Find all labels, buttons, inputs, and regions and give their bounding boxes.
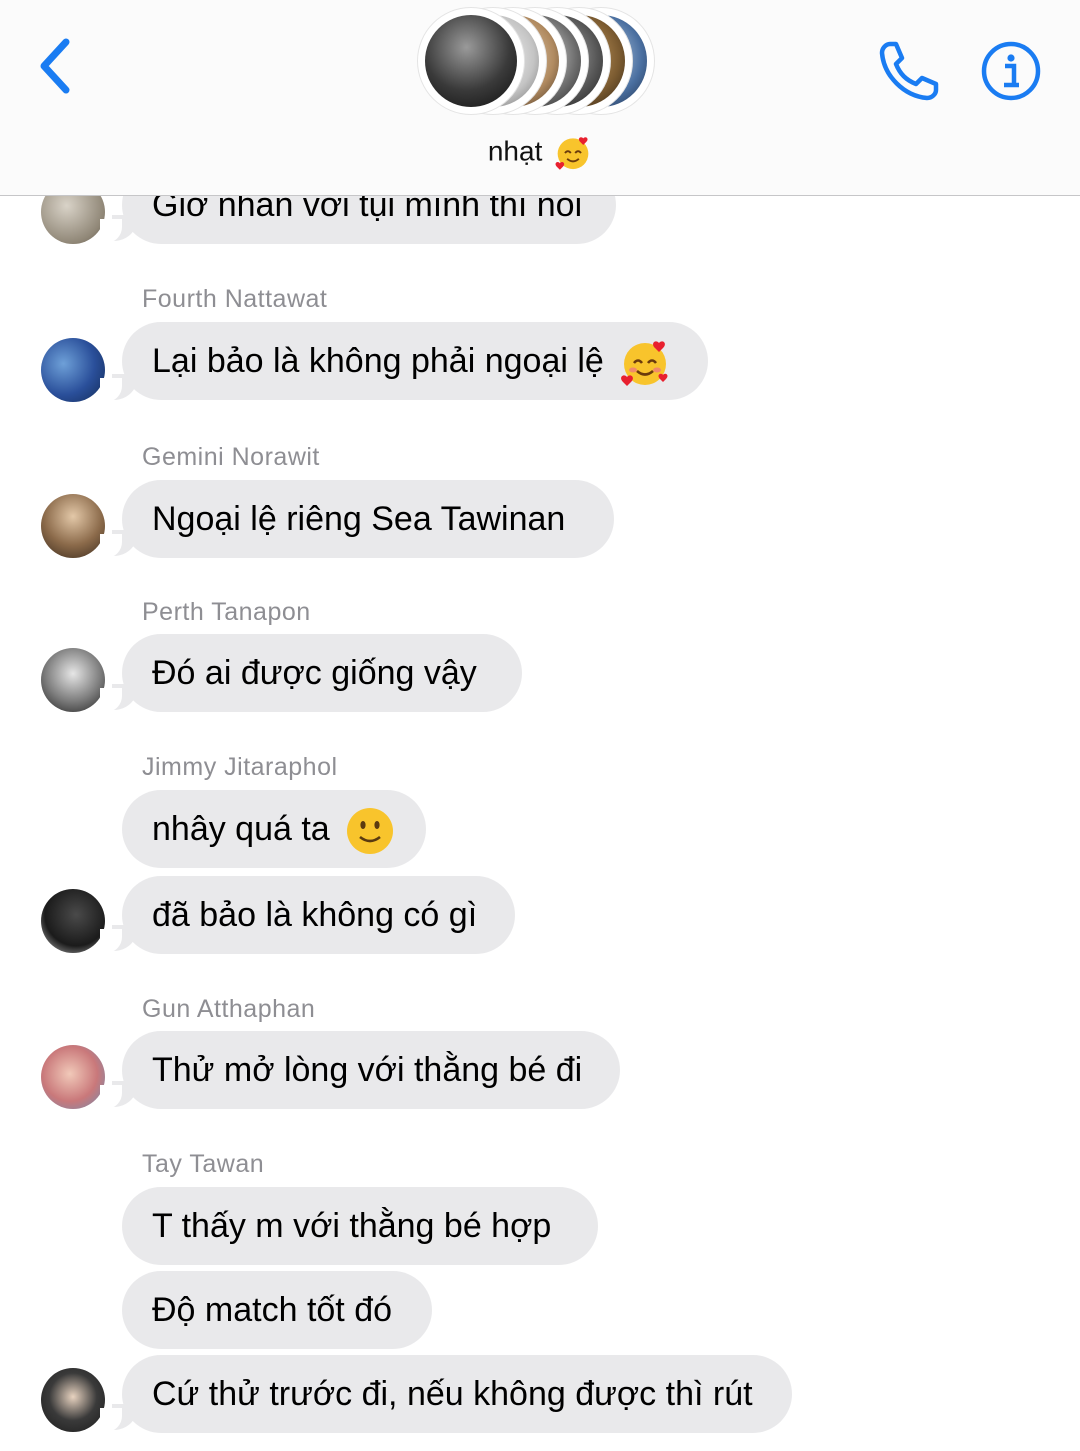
sender-name: Tay Tawan bbox=[142, 1150, 265, 1178]
message-bubble[interactable]: Cứ thử trước đi, nếu không được thì rút bbox=[122, 1355, 792, 1433]
avatar[interactable] bbox=[41, 648, 105, 712]
slightly-smiling-face-emoji bbox=[347, 808, 394, 855]
message-list[interactable]: Giờ nhắn với tụi mình thì nói Fourth Nat… bbox=[0, 0, 1080, 1451]
message-text: Thử mở lòng với thằng bé đi bbox=[152, 1051, 583, 1089]
message-text: T thấy m với thằng bé hợp bbox=[152, 1207, 552, 1245]
avatar[interactable] bbox=[41, 889, 105, 953]
sender-name: Gun Atthaphan bbox=[142, 995, 316, 1023]
message-text: đã bảo là không có gì bbox=[152, 896, 478, 934]
message-bubble[interactable]: đã bảo là không có gì bbox=[122, 876, 515, 954]
group-avatar-stack[interactable] bbox=[418, 8, 668, 118]
message-bubble[interactable]: Lại bảo là không phải ngoại lệ bbox=[122, 322, 708, 400]
sender-name: Perth Tanapon bbox=[142, 598, 311, 626]
chevron-left-icon[interactable] bbox=[30, 34, 86, 98]
message-text: Cứ thử trước đi, nếu không được thì rút bbox=[152, 1375, 753, 1413]
avatar bbox=[425, 15, 517, 107]
message-bubble[interactable]: Ngoại lệ riêng Sea Tawinan bbox=[122, 480, 614, 558]
sender-name: Fourth Nattawat bbox=[142, 285, 328, 313]
message-text: Độ match tốt đó bbox=[152, 1291, 393, 1329]
sender-name: Gemini Norawit bbox=[142, 443, 320, 471]
message-text: Đó ai được giống vậy bbox=[152, 654, 477, 692]
message-bubble[interactable]: T thấy m với thằng bé hợp bbox=[122, 1187, 598, 1265]
avatar[interactable] bbox=[41, 1045, 105, 1109]
chat-title-text: nhạt bbox=[487, 135, 543, 167]
message-bubble[interactable]: nhây quá ta bbox=[122, 790, 426, 868]
message-bubble[interactable]: Đó ai được giống vậy bbox=[122, 634, 522, 712]
message-bubble[interactable]: Thử mở lòng với thằng bé đi bbox=[122, 1031, 620, 1109]
avatar[interactable] bbox=[41, 1368, 105, 1432]
message-text: Ngoại lệ riêng Sea Tawinan bbox=[152, 500, 566, 538]
chat-header: nhạt bbox=[0, 0, 1080, 196]
avatar[interactable] bbox=[41, 494, 105, 558]
phone-icon[interactable] bbox=[876, 38, 942, 104]
smiling-face-with-hearts-emoji bbox=[555, 137, 589, 170]
message-bubble[interactable]: Độ match tốt đó bbox=[122, 1271, 432, 1349]
sender-name: Jimmy Jitaraphol bbox=[142, 753, 338, 781]
chat-title[interactable]: nhạt bbox=[0, 134, 1080, 172]
info-icon[interactable] bbox=[980, 40, 1042, 102]
avatar[interactable] bbox=[41, 338, 105, 402]
message-text: nhây quá ta bbox=[152, 810, 330, 848]
smiling-face-with-hearts-emoji bbox=[621, 341, 668, 387]
message-text: Lại bảo là không phải ngoại lệ bbox=[152, 342, 604, 380]
